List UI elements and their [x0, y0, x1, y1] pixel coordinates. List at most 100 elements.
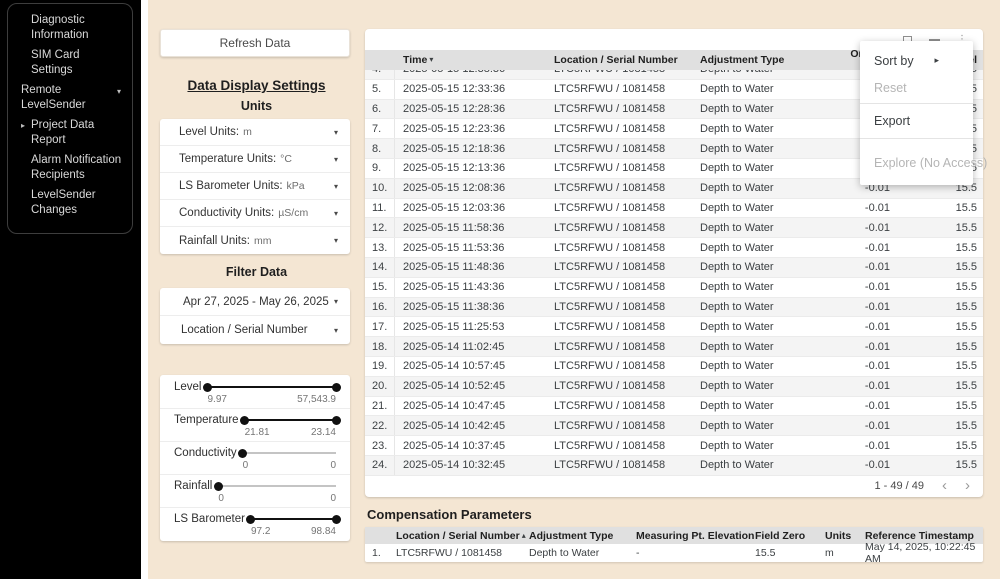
units-column-header[interactable]: Units [825, 530, 865, 542]
row-number-cell: 18. [365, 337, 395, 356]
table-row[interactable]: 18.2025-05-14 11:02:45LTC5RFWU / 1081458… [365, 337, 983, 357]
sidebar-item-diagnostic-information[interactable]: Diagnostic Information [8, 10, 132, 45]
table-row[interactable]: 17.2025-05-15 11:25:53LTC5RFWU / 1081458… [365, 317, 983, 337]
adjustment-cell: Depth to Water [700, 143, 828, 155]
location-column-header[interactable]: Location / Serial Number [554, 54, 700, 66]
spacer [224, 493, 331, 505]
row-number-cell: 24. [365, 456, 395, 475]
next-page-icon[interactable]: › [965, 481, 970, 491]
row-number-cell: 22. [365, 416, 395, 435]
slider-thumb[interactable] [332, 383, 341, 392]
unit-setting-row[interactable]: Temperature Units:°C▾ [160, 146, 350, 173]
measuring-elevation-column-header[interactable]: Measuring Pt. Elevation [636, 530, 755, 542]
slider-track[interactable] [251, 512, 336, 526]
field-zero-column-header[interactable]: Field Zero [755, 530, 825, 542]
menu-spacer [860, 141, 973, 149]
adjustment-cell: Depth to Water [700, 380, 828, 392]
slider-values: Level9.9757,543.9 [174, 394, 336, 406]
adjustment-cell: Depth to Water [700, 459, 828, 471]
time-column-header[interactable]: Time▾ [395, 54, 554, 66]
table-row[interactable]: 14.2025-05-15 11:48:36LTC5RFWU / 1081458… [365, 258, 983, 278]
slider-max-value: 23.14 [311, 427, 336, 439]
field-zero-cell: 15.5 [755, 547, 825, 559]
adjustment-cell: Depth to Water [700, 103, 828, 115]
context-menu: Sort by ▸ Reset Export Explore (No Acces… [860, 41, 973, 185]
location-cell: LTC5RFWU / 1081458 [554, 222, 700, 234]
table-row[interactable]: 19.2025-05-14 10:57:45LTC5RFWU / 1081458… [365, 357, 983, 377]
location-cell: LTC5RFWU / 1081458 [554, 83, 700, 95]
original-level-cell: -0.01 [828, 301, 890, 313]
slider-thumb[interactable] [332, 515, 341, 524]
table-row[interactable]: 20.2025-05-14 10:52:45LTC5RFWU / 1081458… [365, 377, 983, 397]
location-column-header[interactable]: Location / Serial Number▴ [390, 530, 529, 542]
unit-setting-row[interactable]: LS Barometer Units:kPa▾ [160, 173, 350, 200]
adjustment-cell: Depth to Water [700, 400, 828, 412]
adjustment-column-header[interactable]: Adjustment Type [529, 530, 636, 542]
row-number-header [365, 50, 395, 70]
table-row[interactable]: 22.2025-05-14 10:42:45LTC5RFWU / 1081458… [365, 416, 983, 436]
time-cell: 2025-05-14 10:57:45 [395, 360, 554, 372]
date-range-dropdown[interactable]: Apr 27, 2025 - May 26, 2025 ▾ [160, 288, 350, 316]
slider-max-value: 98.84 [311, 526, 336, 538]
time-cell: 2025-05-14 10:37:45 [395, 440, 554, 452]
prev-page-icon[interactable]: ‹ [942, 481, 947, 491]
adjustment-cell: Depth to Water [700, 242, 828, 254]
chevron-down-icon: ▾ [117, 85, 121, 100]
sidebar-item-levelsender-changes[interactable]: LevelSender Changes [8, 185, 132, 220]
sidebar-item-alarm-notification-recipients[interactable]: Alarm Notification Recipients [8, 150, 132, 185]
location-cell: LTC5RFWU / 1081458 [554, 103, 700, 115]
slider-track[interactable] [218, 479, 336, 493]
slider-values: Rainfall00 [174, 493, 336, 505]
table-row[interactable]: 21.2025-05-14 10:47:45LTC5RFWU / 1081458… [365, 397, 983, 417]
slider-track[interactable] [208, 380, 337, 394]
slider-thumb[interactable] [214, 482, 223, 491]
adjustment-column-header[interactable]: Adjustment Type [700, 54, 828, 66]
unit-setting-row[interactable]: Conductivity Units:µS/cm▾ [160, 200, 350, 227]
row-number-cell: 19. [365, 357, 395, 376]
sidebar: Diagnostic Information SIM Card Settings… [0, 0, 141, 579]
slider-thumb[interactable] [203, 383, 212, 392]
sidebar-item-sim-card-settings[interactable]: SIM Card Settings [8, 45, 132, 80]
location-cell: LTC5RFWU / 1081458 [554, 440, 700, 452]
table-row[interactable]: 24.2025-05-14 10:32:45LTC5RFWU / 1081458… [365, 456, 983, 476]
slider-track[interactable] [243, 446, 336, 460]
refresh-data-button[interactable]: Refresh Data [160, 29, 350, 57]
location-cell: LTC5RFWU / 1081458 [554, 380, 700, 392]
location-cell: LTC5RFWU / 1081458 [554, 162, 700, 174]
unit-setting-row[interactable]: Rainfall Units:mm▾ [160, 227, 350, 254]
original-level-cell: -0.01 [828, 261, 890, 273]
table-row[interactable]: 11.2025-05-15 12:03:36LTC5RFWU / 1081458… [365, 199, 983, 219]
table-row[interactable]: 16.2025-05-15 11:38:36LTC5RFWU / 1081458… [365, 298, 983, 318]
sidebar-item-remote-levelsender[interactable]: Remote LevelSender ▾ [8, 80, 132, 115]
slider-row: TemperatureTemperature21.8123.14 [160, 409, 350, 442]
slider-thumb[interactable] [246, 515, 255, 524]
slider-thumb[interactable] [238, 449, 247, 458]
sidebar-item-project-data-report[interactable]: ▸ Project Data Report [8, 115, 132, 150]
slider-thumb[interactable] [332, 416, 341, 425]
unit-setting-row[interactable]: Level Units:m▾ [160, 119, 350, 146]
location-serial-dropdown[interactable]: Location / Serial Number ▾ [160, 316, 350, 344]
level-cell: 15.5 [890, 301, 983, 313]
chevron-down-icon: ▾ [334, 297, 338, 306]
sidebar-nav-card: Diagnostic Information SIM Card Settings… [7, 3, 133, 234]
slider-control: Conductivity [174, 445, 336, 460]
original-level-cell: -0.01 [828, 459, 890, 471]
table-row[interactable]: 15.2025-05-15 11:43:36LTC5RFWU / 1081458… [365, 278, 983, 298]
table-row[interactable]: 1. LTC5RFWU / 1081458 Depth to Water - 1… [365, 544, 983, 562]
slider-thumb[interactable] [240, 416, 249, 425]
table-row[interactable]: 23.2025-05-14 10:37:45LTC5RFWU / 1081458… [365, 436, 983, 456]
menu-item-export[interactable]: Export [860, 106, 973, 136]
unit-value: m [243, 126, 252, 138]
location-filter-value: Location / Serial Number [181, 324, 308, 336]
adjustment-cell: Depth to Water [700, 222, 828, 234]
original-level-cell: -0.01 [828, 341, 890, 353]
slider-values: Conductivity00 [174, 460, 336, 472]
menu-item-sort-by[interactable]: Sort by ▸ [860, 47, 973, 74]
reference-timestamp-column-header[interactable]: Reference Timestamp [865, 530, 983, 542]
table-row[interactable]: 13.2025-05-15 11:53:36LTC5RFWU / 1081458… [365, 238, 983, 258]
spacer [270, 427, 311, 439]
table-row[interactable]: 12.2025-05-15 11:58:36LTC5RFWU / 1081458… [365, 218, 983, 238]
slider-track[interactable] [245, 413, 336, 427]
menu-item-explore: Explore (No Access) [860, 149, 973, 176]
time-cell: 2025-05-15 12:03:36 [395, 202, 554, 214]
